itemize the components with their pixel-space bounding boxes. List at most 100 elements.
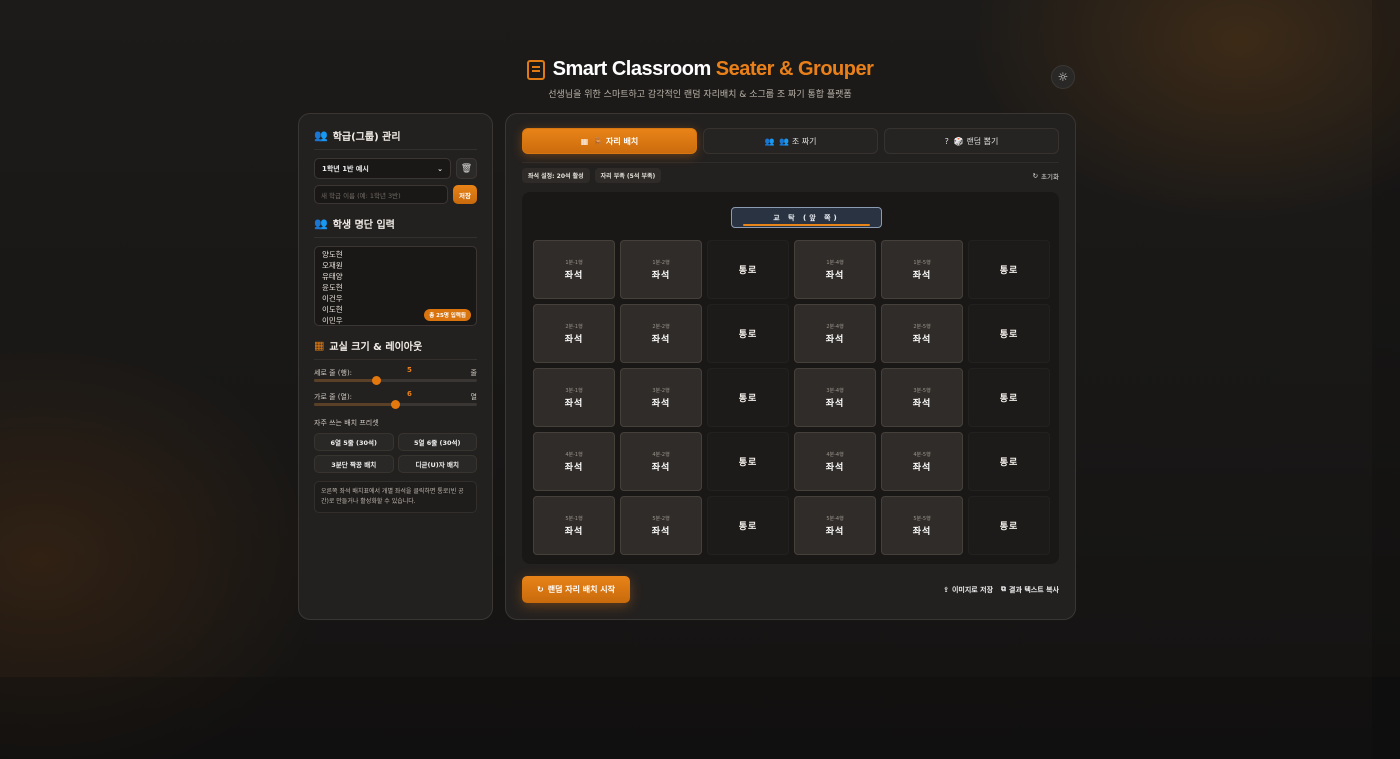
roster-section-label: 학생 명단 입력 [332, 220, 395, 231]
cols-value: 6 [407, 390, 412, 398]
seat-cell[interactable]: 3분-5행 좌석 [881, 368, 963, 427]
book-icon [526, 59, 545, 80]
aisle-cell[interactable]: 통로 [968, 240, 1050, 299]
users-icon: 👥 [314, 129, 328, 142]
copy-text-button[interactable]: ⧉ 결과 텍스트 복사 [1001, 585, 1059, 595]
seat-cell[interactable]: 1분-1행 좌석 [533, 240, 615, 299]
layout-section-label: 교실 크기 & 레이아웃 [329, 342, 423, 353]
seat-label: 좌석 [564, 398, 584, 409]
start-random-seating-button[interactable]: ↻ 랜덤 자리 배치 시작 [522, 576, 630, 603]
rows-label: 세로 줄 (행): [314, 369, 353, 377]
tab-grouping[interactable]: 👥 👥 조 짜기 [703, 128, 878, 154]
seat-cell[interactable]: 2분-4행 좌석 [794, 304, 876, 363]
aisle-cell[interactable]: 통로 [968, 496, 1050, 555]
theme-toggle-button[interactable]: ☼ [1051, 65, 1075, 89]
seat-cell[interactable]: 2분-5행 좌석 [881, 304, 963, 363]
delete-class-button[interactable]: 🗑 [456, 158, 477, 179]
preset-button[interactable]: 5열 6줄 (30석) [397, 433, 477, 451]
save-class-button[interactable]: 저장 [453, 185, 477, 204]
preset-grid: 6열 5줄 (30석) 5열 6줄 (30석) 3분단 짝꿍 배치 디귿(U)자… [314, 433, 477, 473]
aisle-cell[interactable]: 통로 [707, 496, 789, 555]
shortage-badge: 자리 부족 (5석 부족) [594, 168, 662, 183]
reset-button[interactable]: ↻ 초기화 [1033, 171, 1059, 181]
rows-slider[interactable] [314, 376, 477, 385]
seat-cell[interactable]: 5분-4행 좌석 [794, 496, 876, 555]
cols-slider-thumb[interactable] [391, 400, 400, 409]
cols-unit: 열 [470, 393, 477, 401]
tab-random-pick[interactable]: ? 🎲 랜덤 뽑기 [884, 128, 1059, 154]
refresh-icon: ↻ [1032, 171, 1039, 180]
seat-label: 좌석 [912, 398, 932, 409]
trash-icon: 🗑 [460, 163, 473, 174]
seat-cell[interactable]: 4분-5행 좌석 [881, 432, 963, 491]
save-image-button[interactable]: ⇪ 이미지로 저장 [943, 585, 993, 595]
rows-unit: 줄 [470, 369, 477, 377]
seat-cell[interactable]: 2분-1행 좌석 [533, 304, 615, 363]
seat-number: 4분-1행 [565, 451, 583, 458]
aisle-cell[interactable]: 통로 [968, 368, 1050, 427]
aisle-label: 통로 [738, 458, 758, 468]
seat-cell[interactable]: 4분-1행좌석 [533, 432, 615, 491]
class-select-row: 1학년 1반 예시 ⌄ 🗑 [314, 158, 477, 179]
seat-cell[interactable]: 3분-1행 좌석 [533, 368, 615, 427]
aisle-cell[interactable]: 통로 [707, 432, 789, 491]
seat-number: 2분-2행 [652, 323, 670, 330]
seat-cell[interactable]: 4분-4행 좌석 [794, 432, 876, 491]
aisle-cell[interactable]: 통로 [707, 240, 789, 299]
preset-button[interactable]: 3분단 짝꿍 배치 [314, 455, 394, 473]
help-circle-icon: ? [944, 136, 949, 146]
layout-hint: 오른쪽 좌석 배치표에서 개별 좌석을 클릭하면 통로(빈 공간)로 만들거나 … [314, 481, 477, 513]
seat-cell[interactable]: 3분-2행 좌석 [620, 368, 702, 427]
aisle-cell[interactable]: 통로 [707, 368, 789, 427]
cols-slider[interactable] [314, 400, 477, 409]
seat-label: 좌석 [912, 526, 932, 537]
seat-label: 좌석 [825, 526, 845, 537]
aisle-label: 통로 [999, 458, 1019, 468]
seat-number: 2분-5행 [913, 323, 931, 330]
rows-slider-thumb[interactable] [372, 376, 382, 385]
aisle-label: 통로 [738, 394, 758, 404]
seat-cell[interactable]: 1분-4행좌석 [794, 240, 876, 299]
class-select[interactable]: 1학년 1반 예시 ⌄ [314, 158, 451, 179]
seat-label: 좌석 [564, 462, 584, 473]
seat-cell[interactable]: 4분-2행 좌석 [620, 432, 702, 491]
new-class-input[interactable]: 새 학급 이름 (예: 1학년 3반) [314, 185, 448, 204]
new-class-row: 새 학급 이름 (예: 1학년 3반) 저장 [314, 185, 477, 204]
seat-map: 교 탁 (앞 쪽) 1분-1행 좌석 1분-2행 좌석 통로 1분-4행 좌석 1분-5행 좌석… [522, 192, 1059, 564]
student-count-badge: 총 25명 입력됨 [424, 309, 471, 321]
aisle-label: 통로 [999, 330, 1019, 340]
roster-textarea[interactable]: 양도현오재원유태양윤도현이건우이도현이민우이서준 총 25명 입력됨 [314, 246, 477, 326]
seat-number: 1분-4행 [826, 259, 844, 266]
seat-cell[interactable]: 2분-2행 좌석 [620, 304, 702, 363]
seat-label: 좌석 [825, 334, 845, 345]
preset-button[interactable]: 6열 5줄 (30석) [314, 433, 394, 451]
seat-cell[interactable]: 1분-2행 좌석 [620, 240, 702, 299]
aisle-cell[interactable]: 통로 [968, 432, 1050, 491]
seat-number: 5분-5행 [913, 515, 931, 522]
refresh-icon: ↻ [537, 585, 544, 594]
title-main: Smart Classroom [552, 58, 716, 80]
tab-seating[interactable]: ▦ 🪑 자리 배치 [522, 128, 697, 154]
rows-value: 5 [407, 366, 412, 374]
seat-number: 3분-2행 [652, 387, 670, 394]
roster-section-title: 👥 학생 명단 입력 [314, 216, 477, 238]
seat-cell[interactable]: 5분-2행 좌석 [620, 496, 702, 555]
aisle-cell[interactable]: 통로 [968, 304, 1050, 363]
student-name: 윤도현 [322, 283, 343, 292]
class-select-value: 1학년 1반 예시 [322, 164, 369, 173]
seat-label: 좌석 [825, 270, 845, 281]
seat-cell[interactable]: 3분-4행 좌석 [794, 368, 876, 427]
teacher-desk-bar [743, 224, 870, 226]
seat-cell[interactable]: 1분-5행 좌석 [881, 240, 963, 299]
seat-cell[interactable]: 5분-1행 좌석 [533, 496, 615, 555]
seat-number: 5분-1행 [565, 515, 583, 522]
seat-label: 좌석 [651, 462, 671, 473]
preset-button[interactable]: 디귿(U)자 배치 [397, 455, 477, 473]
export-actions: ⇪ 이미지로 저장 ⧉ 결과 텍스트 복사 [943, 585, 1059, 595]
student-name: 양도현 [322, 250, 343, 259]
grid-icon: ▦ [580, 136, 589, 146]
aisle-cell[interactable]: 통로 [707, 304, 789, 363]
rows-slider-row: 세로 줄 (행): 5 줄 [314, 366, 477, 390]
seat-label: 좌석 [651, 526, 671, 537]
seat-cell[interactable]: 5분-5행좌석 [881, 496, 963, 555]
